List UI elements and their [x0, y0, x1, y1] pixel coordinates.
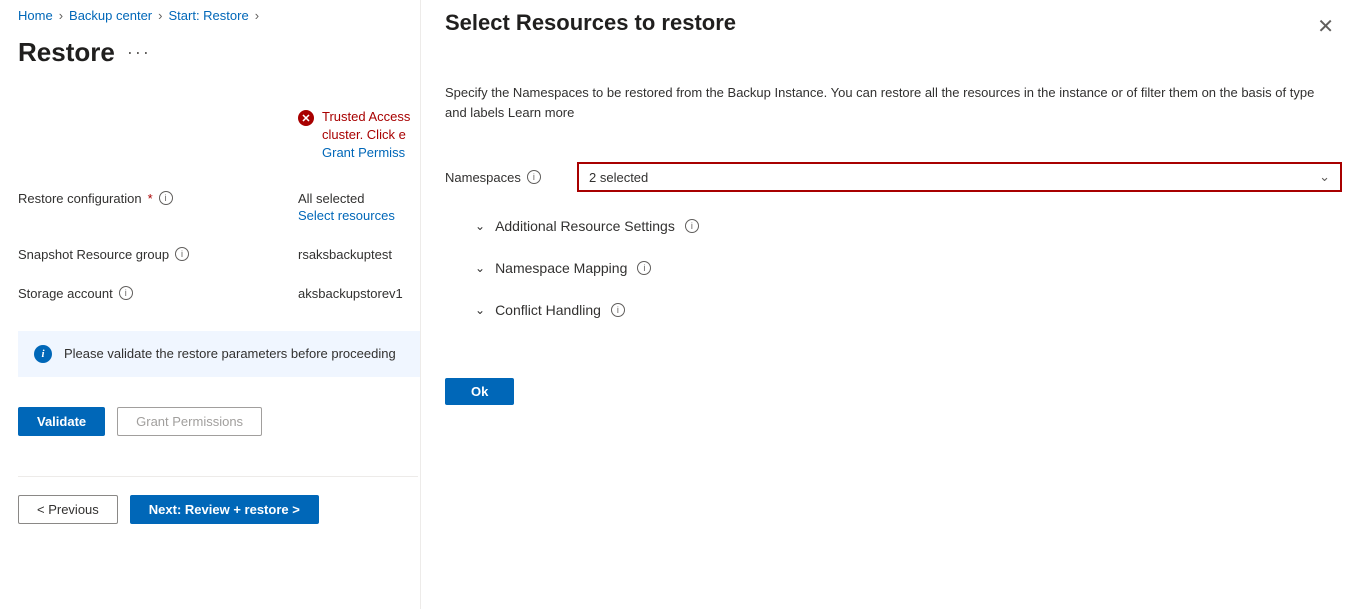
restore-config-label: Restore configuration * i [18, 191, 298, 206]
namespaces-label: Namespaces i [445, 170, 567, 185]
info-icon: i [34, 345, 52, 363]
info-icon[interactable]: i [175, 247, 189, 261]
grant-permissions-button[interactable]: Grant Permissions [117, 407, 262, 436]
restore-config-value: All selected Select resources [298, 191, 395, 223]
breadcrumb-sep: › [158, 8, 162, 23]
next-button[interactable]: Next: Review + restore > [130, 495, 319, 524]
info-icon[interactable]: i [637, 261, 651, 275]
info-icon[interactable]: i [527, 170, 541, 184]
breadcrumb-sep: › [59, 8, 63, 23]
chevron-down-icon: ⌄ [1319, 169, 1330, 185]
more-actions-icon[interactable]: ··· [127, 42, 151, 63]
panel-title: Select Resources to restore [445, 10, 736, 36]
breadcrumb-sep: › [255, 8, 259, 23]
additional-resource-settings-expander[interactable]: ⌄ Additional Resource Settings i [475, 218, 1342, 234]
info-icon[interactable]: i [685, 219, 699, 233]
info-icon[interactable]: i [119, 286, 133, 300]
storage-account-value: aksbackupstorev1 [298, 286, 403, 301]
snapshot-rg-label: Snapshot Resource group i [18, 247, 298, 262]
breadcrumb: Home › Backup center › Start: Restore › [18, 8, 420, 23]
ok-button[interactable]: Ok [445, 378, 514, 405]
snapshot-rg-value: rsaksbackuptest [298, 247, 392, 262]
grant-permissions-link[interactable]: Grant Permiss [322, 145, 405, 160]
error-icon: ✕ [298, 110, 314, 126]
page-title: Restore [18, 37, 115, 68]
divider [18, 476, 418, 477]
chevron-down-icon: ⌄ [475, 219, 485, 233]
conflict-handling-expander[interactable]: ⌄ Conflict Handling i [475, 302, 1342, 318]
panel-description: Specify the Namespaces to be restored fr… [445, 83, 1325, 122]
info-banner: i Please validate the restore parameters… [18, 331, 428, 377]
previous-button[interactable]: < Previous [18, 495, 118, 524]
namespaces-select[interactable]: 2 selected ⌄ [577, 162, 1342, 192]
chevron-down-icon: ⌄ [475, 303, 485, 317]
namespace-mapping-expander[interactable]: ⌄ Namespace Mapping i [475, 260, 1342, 276]
info-icon[interactable]: i [159, 191, 173, 205]
storage-account-label: Storage account i [18, 286, 298, 301]
close-icon[interactable]: ✕ [1309, 10, 1342, 43]
breadcrumb-start-restore[interactable]: Start: Restore [168, 8, 248, 23]
info-icon[interactable]: i [611, 303, 625, 317]
select-resources-panel: Select Resources to restore ✕ Specify th… [420, 0, 1366, 609]
breadcrumb-home[interactable]: Home [18, 8, 53, 23]
trusted-access-message: Trusted Access cluster. Click e Grant Pe… [322, 108, 410, 163]
chevron-down-icon: ⌄ [475, 261, 485, 275]
validate-button[interactable]: Validate [18, 407, 105, 436]
select-resources-link[interactable]: Select resources [298, 208, 395, 223]
breadcrumb-backup-center[interactable]: Backup center [69, 8, 152, 23]
